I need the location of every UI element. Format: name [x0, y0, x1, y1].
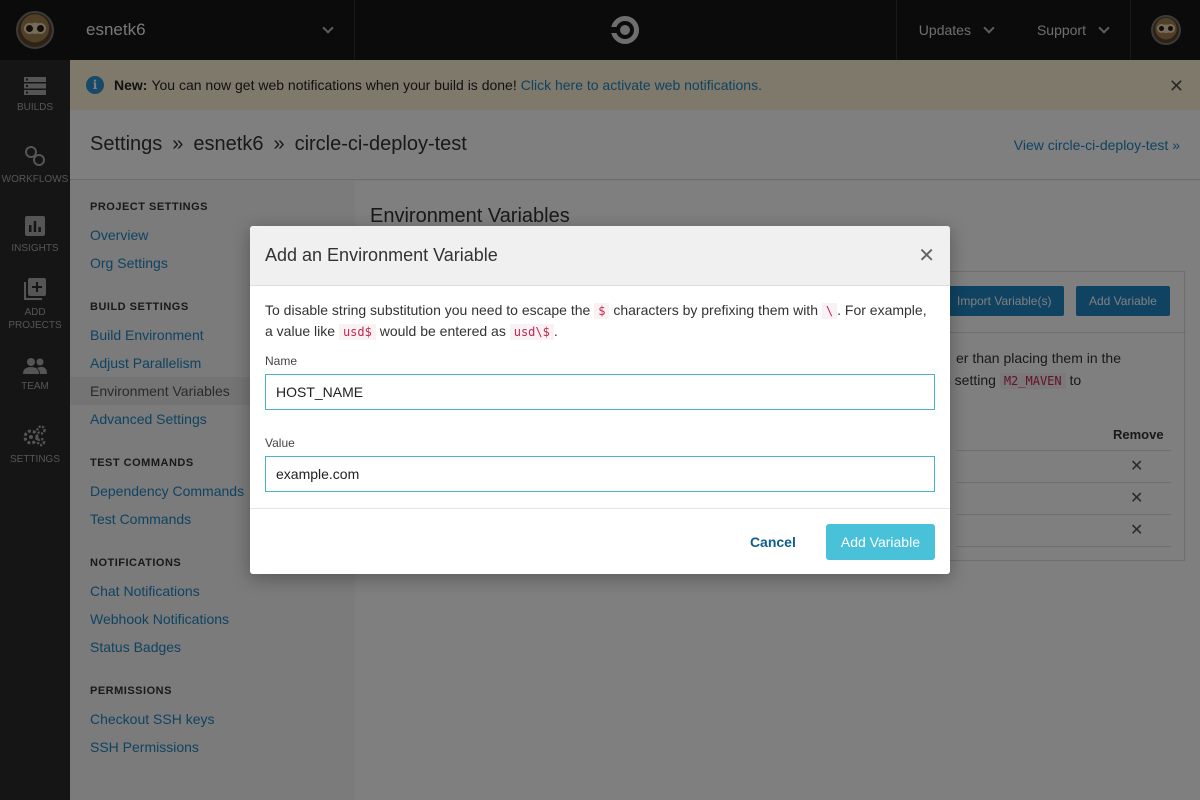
modal-body: To disable string substitution you need …: [250, 286, 950, 492]
name-input[interactable]: [265, 374, 935, 410]
desc-code: usd\$: [509, 324, 554, 340]
desc-text: would be entered as: [379, 323, 506, 339]
value-field-label: Value: [265, 436, 295, 450]
cancel-button[interactable]: Cancel: [750, 534, 796, 550]
desc-text: .: [553, 323, 558, 339]
desc-code: usd$: [338, 324, 376, 340]
desc-text: . For example,: [837, 302, 927, 318]
modal-header: Add an Environment Variable ✕: [250, 226, 950, 286]
desc-text: characters by prefixing them with: [613, 302, 818, 318]
desc-code: $: [594, 303, 610, 319]
desc-text: To disable string substitution you need …: [265, 302, 591, 318]
desc-code: \: [821, 303, 838, 319]
name-field-label: Name: [265, 354, 298, 368]
add-env-var-modal: Add an Environment Variable ✕ To disable…: [250, 226, 950, 574]
desc-text: a value like: [265, 323, 336, 339]
close-icon[interactable]: ✕: [918, 243, 935, 268]
value-input[interactable]: [265, 456, 935, 492]
modal-title: Add an Environment Variable: [265, 245, 498, 265]
modal-footer: Cancel Add Variable: [250, 508, 950, 574]
modal-description: To disable string substitution you need …: [265, 300, 935, 342]
add-variable-submit-button[interactable]: Add Variable: [825, 523, 935, 560]
